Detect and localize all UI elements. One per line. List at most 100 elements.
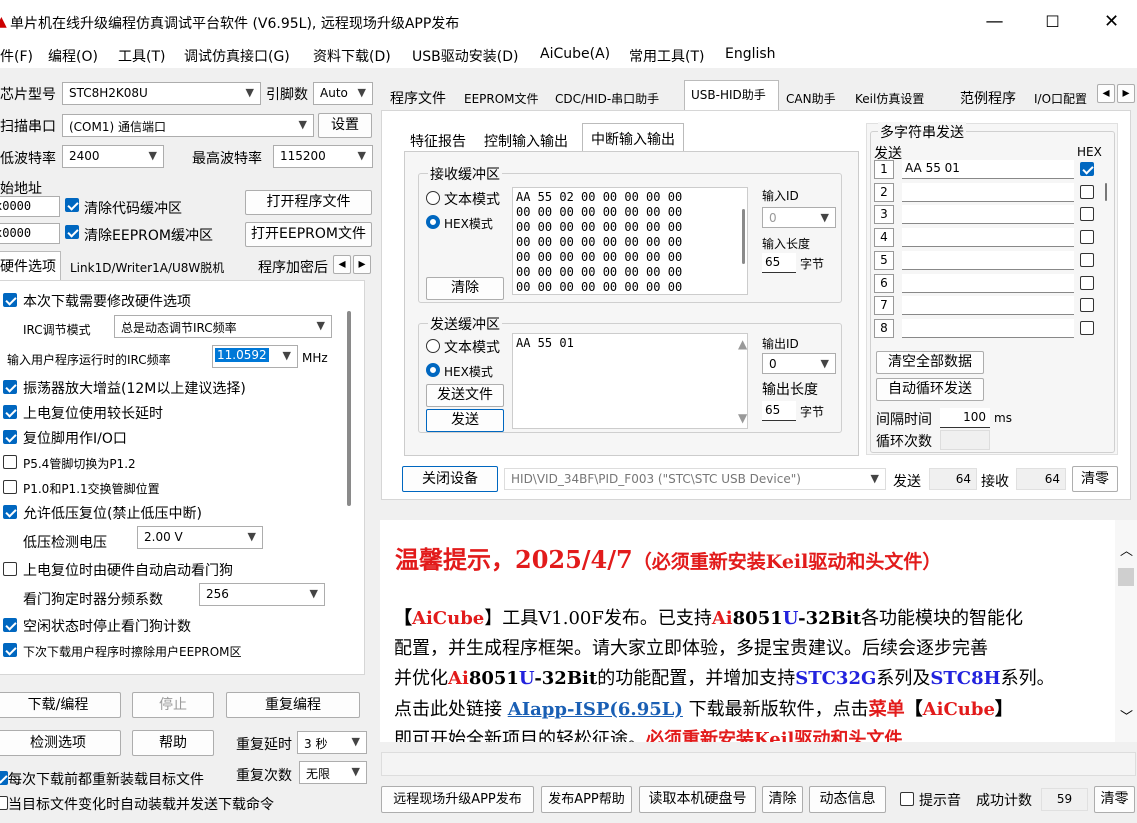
interval-input[interactable]: 100 — [940, 408, 990, 428]
open-eeprom-file-button[interactable]: 打开EEPROM文件 — [245, 222, 372, 247]
subtab-feature-report[interactable]: 特征报告 — [410, 131, 466, 151]
multi-row-hex-checkbox[interactable] — [1080, 252, 1094, 267]
menu-aicube[interactable]: AiCube(A) — [540, 46, 610, 62]
detect-options-button[interactable]: 检测选项 — [0, 730, 121, 756]
multi-send-scrollbar[interactable] — [1105, 183, 1107, 201]
scroll-down-icon[interactable]: ﹀ — [1120, 706, 1133, 725]
send-scroll-down-icon[interactable]: ▼ — [738, 411, 747, 425]
auto-loop-send-button[interactable]: 自动循环发送 — [876, 378, 984, 401]
send-text-mode-radio[interactable] — [426, 339, 440, 353]
send-button[interactable]: 发送 — [426, 409, 504, 432]
clear-button[interactable]: 清除 — [762, 786, 803, 813]
eeprom-address-input[interactable]: x0000 — [0, 223, 60, 244]
repeat-program-button[interactable]: 重复编程 — [226, 692, 360, 718]
menu-debug[interactable]: 调试仿真接口(G) — [184, 46, 290, 66]
tab-scroll-left-button[interactable]: ◂ — [1097, 84, 1115, 103]
menu-file[interactable]: 件(F) — [0, 46, 33, 66]
close-button[interactable]: ✕ — [1083, 0, 1137, 44]
menu-english[interactable]: English — [725, 46, 776, 62]
multi-row-number[interactable]: 2 — [874, 182, 894, 202]
clear-eeprom-checkbox[interactable] — [65, 225, 79, 239]
tab-keil-settings[interactable]: Keil仿真设置 — [855, 90, 924, 107]
multi-row-number[interactable]: 1 — [874, 160, 894, 179]
tab-scroll-right-button[interactable]: ▸ — [353, 255, 371, 274]
max-baud-select[interactable]: 115200 ▼ — [273, 145, 373, 168]
multi-row-number[interactable]: 7 — [874, 296, 894, 316]
min-baud-select[interactable]: 2400 ▼ — [62, 145, 164, 168]
option-erase-eeprom-checkbox[interactable] — [3, 643, 17, 657]
publish-app-help-button[interactable]: 发布APP帮助 — [541, 786, 632, 813]
auto-load-checkbox[interactable] — [0, 796, 8, 810]
receive-data-area[interactable]: AA 55 02 00 00 00 00 00 00 00 00 00 00 0… — [512, 187, 748, 295]
option-lvr-checkbox[interactable] — [3, 505, 17, 519]
chip-select[interactable]: STC8H2K08U ▼ — [62, 82, 261, 105]
subtab-interrupt-io[interactable]: 中断输入输出 — [582, 123, 684, 151]
menu-usb-driver[interactable]: USB驱动安装(D) — [412, 46, 518, 66]
option-modify-hw-checkbox[interactable] — [3, 293, 17, 307]
help-button[interactable]: 帮助 — [132, 730, 214, 756]
multi-row-hex-checkbox[interactable] — [1080, 275, 1094, 290]
multi-row-input[interactable] — [902, 182, 1074, 202]
scroll-thumb[interactable] — [1118, 568, 1134, 586]
multi-row-hex-checkbox[interactable] — [1080, 207, 1094, 222]
in-id-select[interactable]: 0 ▼ — [762, 207, 836, 228]
subtab-control-io[interactable]: 控制输入输出 — [484, 131, 568, 151]
multi-row-hex-checkbox[interactable] — [1080, 320, 1094, 335]
multi-row-input[interactable] — [902, 205, 1074, 225]
wdt-select[interactable]: 256 ▼ — [199, 583, 325, 606]
option-p54-checkbox[interactable] — [3, 455, 17, 469]
menu-download[interactable]: 资料下载(D) — [313, 46, 391, 66]
repeat-delay-select[interactable]: 3 秒 ▼ — [297, 731, 367, 754]
multi-row-input[interactable] — [902, 296, 1074, 316]
clear-all-data-button[interactable]: 清空全部数据 — [876, 351, 984, 374]
settings-button[interactable]: 设置 — [318, 113, 372, 138]
tab-can[interactable]: CAN助手 — [786, 90, 836, 107]
tab-cdc-hid-serial[interactable]: CDC/HID-串口助手 — [555, 90, 659, 107]
reload-checkbox[interactable] — [0, 771, 8, 785]
code-address-input[interactable]: x0000 — [0, 196, 60, 217]
menu-common-tools[interactable]: 常用工具(T) — [629, 46, 704, 66]
download-link[interactable]: AIapp-ISP(6.95L) — [508, 699, 683, 720]
tab-io-config[interactable]: I/O口配置 — [1034, 90, 1096, 107]
loop-count-input[interactable] — [940, 430, 990, 450]
scan-port-label[interactable]: 扫描串口 — [0, 116, 56, 136]
repeat-count-select[interactable]: 无限 ▼ — [299, 761, 367, 784]
tab-scroll-left-button[interactable]: ◂ — [333, 255, 351, 274]
zero-counts-button[interactable]: 清零 — [1072, 466, 1118, 492]
recv-clear-button[interactable]: 清除 — [426, 277, 504, 300]
out-id-select[interactable]: 0 ▼ — [762, 353, 836, 374]
multi-row-input[interactable]: AA 55 01 — [902, 160, 1074, 179]
multi-row-hex-checkbox[interactable] — [1080, 230, 1094, 245]
out-length-input[interactable]: 65 — [762, 401, 796, 421]
option-p10-checkbox[interactable] — [3, 480, 17, 494]
multi-row-number[interactable]: 3 — [874, 205, 894, 225]
option-osc-gain-checkbox[interactable] — [3, 380, 17, 394]
irc-freq-select[interactable]: 11.0592 ▼ — [212, 345, 298, 368]
send-data-area[interactable]: AA 55 01 — [512, 333, 748, 429]
send-file-button[interactable]: 发送文件 — [426, 384, 504, 407]
option-idle-wdt-checkbox[interactable] — [3, 618, 17, 632]
scroll-up-icon[interactable]: ︿ — [1120, 540, 1133, 559]
multi-row-input[interactable] — [902, 318, 1074, 338]
tab-program-file[interactable]: 程序文件 — [390, 88, 446, 108]
device-select[interactable]: HID\VID_34BF\PID_F003 ("STC\STC USB Devi… — [504, 468, 886, 490]
tab-eeprom-file[interactable]: EEPROM文件 — [464, 90, 539, 107]
tab-usb-hid[interactable]: USB-HID助手 — [684, 80, 779, 110]
port-select[interactable]: (COM1) 通信端口 ▼ — [62, 114, 314, 137]
multi-row-number[interactable]: 8 — [874, 318, 894, 338]
multi-row-hex-checkbox[interactable] — [1080, 162, 1094, 176]
multi-row-number[interactable]: 5 — [874, 250, 894, 270]
receive-scrollbar[interactable] — [742, 209, 745, 264]
option-long-delay-checkbox[interactable] — [3, 405, 17, 419]
tab-examples[interactable]: 范例程序 — [960, 88, 1016, 108]
in-length-input[interactable]: 65 — [762, 253, 796, 273]
multi-row-number[interactable]: 6 — [874, 273, 894, 293]
multi-row-input[interactable] — [902, 228, 1074, 248]
recv-hex-mode-radio[interactable] — [426, 215, 440, 229]
option-reset-io-checkbox[interactable] — [3, 430, 17, 444]
tab-offline-download[interactable]: Link1D/Writer1A/U8W脱机 — [70, 259, 224, 276]
beep-checkbox[interactable] — [900, 792, 914, 806]
menu-tools[interactable]: 工具(T) — [118, 46, 165, 66]
zero-success-button[interactable]: 清零 — [1094, 786, 1135, 813]
multi-row-input[interactable] — [902, 273, 1074, 293]
